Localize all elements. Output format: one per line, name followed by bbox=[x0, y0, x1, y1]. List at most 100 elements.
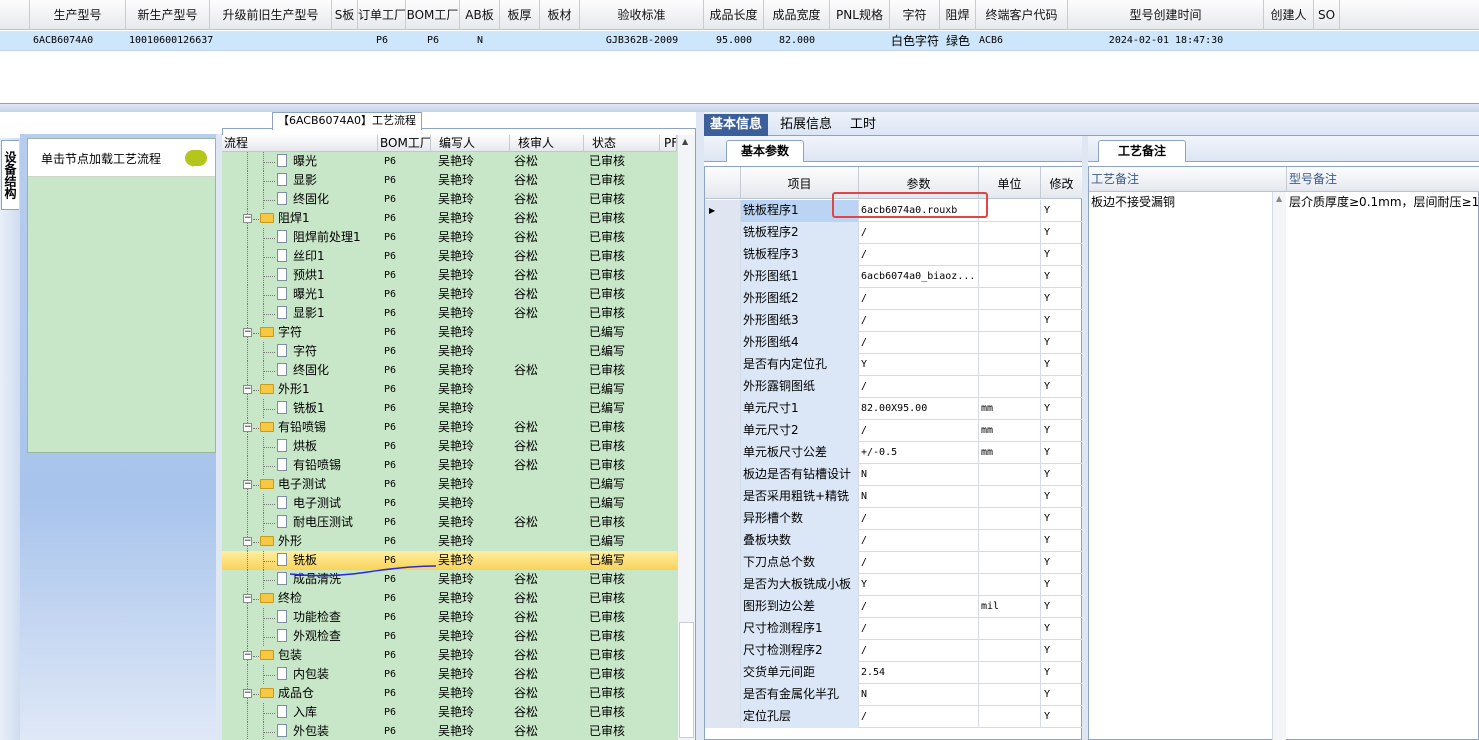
param-value-cell[interactable]: / bbox=[859, 332, 979, 354]
top-cell-18[interactable] bbox=[1314, 31, 1340, 51]
tree-step-row[interactable]: 显影 P6 吴艳玲 谷松 已审核 bbox=[222, 171, 677, 190]
param-value-cell[interactable]: Y bbox=[859, 574, 979, 596]
horizontal-splitter[interactable] bbox=[0, 104, 1479, 112]
col-status[interactable]: 状态 bbox=[584, 135, 660, 152]
param-value-cell[interactable]: / bbox=[859, 222, 979, 244]
param-modify-cell[interactable]: Y bbox=[1041, 420, 1083, 442]
tree-step-row[interactable]: 阻焊前处理1 P6 吴艳玲 谷松 已审核 bbox=[222, 228, 677, 247]
param-value-cell[interactable]: / bbox=[859, 376, 979, 398]
param-row[interactable]: 铣板程序3/ Y bbox=[705, 244, 1083, 266]
tree-step-row[interactable]: 入库 P6 吴艳玲 谷松 已审核 bbox=[222, 703, 677, 722]
tree-step-row[interactable]: 显影1 P6 吴艳玲 谷松 已审核 bbox=[222, 304, 677, 323]
top-col-16[interactable]: 型号创建时间 bbox=[1068, 0, 1264, 30]
top-col-13[interactable]: 字符 bbox=[890, 0, 940, 30]
param-row[interactable]: 下刀点总个数 / Y bbox=[705, 552, 1083, 574]
param-modify-cell[interactable]: Y bbox=[1041, 310, 1083, 332]
param-unit-cell[interactable] bbox=[979, 288, 1041, 310]
tree-node-name[interactable]: 外观检查 bbox=[277, 627, 378, 646]
top-cell-6[interactable]: N bbox=[460, 31, 500, 51]
param-value-cell[interactable]: / bbox=[859, 310, 979, 332]
param-row[interactable]: 铣板程序2/ Y bbox=[705, 222, 1083, 244]
tree-node-name[interactable]: 外形1 bbox=[260, 380, 378, 399]
param-unit-cell[interactable] bbox=[979, 662, 1041, 684]
param-unit-cell[interactable] bbox=[979, 244, 1041, 266]
param-modify-cell[interactable]: Y bbox=[1041, 464, 1083, 486]
param-modify-cell[interactable]: Y bbox=[1041, 618, 1083, 640]
tab-extended-info[interactable]: 拓展信息 bbox=[774, 114, 838, 136]
param-value-cell[interactable]: / bbox=[859, 244, 979, 266]
param-unit-cell[interactable] bbox=[979, 684, 1041, 706]
top-col-11[interactable]: 成品宽度 bbox=[764, 0, 830, 30]
tree-step-row[interactable]: 字符 P6 吴艳玲 已编写 bbox=[222, 342, 677, 361]
tree-node-name[interactable]: 曝光1 bbox=[277, 285, 378, 304]
model-note-cell[interactable]: 层介质厚度≥0.1mm，层间耐压≥150 bbox=[1287, 193, 1479, 213]
collapse-icon[interactable]: − bbox=[243, 328, 252, 337]
tree-step-row[interactable]: 终固化 P6 吴艳玲 谷松 已审核 bbox=[222, 190, 677, 209]
param-value-cell[interactable]: N bbox=[859, 486, 979, 508]
top-cell-9[interactable]: GJB362B-2009 bbox=[580, 31, 704, 51]
tree-node-name[interactable]: 入库 bbox=[277, 703, 378, 722]
tree-group-row[interactable]: − 有铅喷锡 P6 吴艳玲 谷松 已审核 bbox=[222, 418, 677, 437]
tree-node-name[interactable]: 阻焊前处理1 bbox=[277, 228, 378, 247]
top-cell-11[interactable]: 82.000 bbox=[764, 31, 830, 51]
top-cell-0[interactable]: 6ACB6074A0 bbox=[33, 31, 129, 51]
param-unit-cell[interactable] bbox=[979, 508, 1041, 530]
param-unit-cell[interactable] bbox=[979, 706, 1041, 728]
top-col-1[interactable]: 新生产型号 bbox=[126, 0, 210, 30]
col-bom-factory[interactable]: BOM工厂 bbox=[378, 135, 431, 152]
param-unit-cell[interactable] bbox=[979, 530, 1041, 552]
param-row[interactable]: 单元板尺寸公差 +/-0.5 mm Y bbox=[705, 442, 1083, 464]
param-value-cell[interactable]: Y bbox=[859, 354, 979, 376]
top-col-4[interactable]: 订单工厂 bbox=[358, 0, 406, 30]
param-row[interactable]: 尺寸检测程序1/ Y bbox=[705, 618, 1083, 640]
top-col-8[interactable]: 板材 bbox=[540, 0, 580, 30]
param-value-cell[interactable]: / bbox=[859, 552, 979, 574]
param-modify-cell[interactable]: Y bbox=[1041, 332, 1083, 354]
col-flow[interactable]: 流程 bbox=[222, 135, 378, 152]
top-col-14[interactable]: 阻焊 bbox=[940, 0, 976, 30]
tree-group-row[interactable]: − 外形 P6 吴艳玲 已编写 bbox=[222, 532, 677, 551]
process-note-cell[interactable]: 板边不接受漏铜 bbox=[1089, 193, 1271, 213]
tree-node-name[interactable]: 预烘1 bbox=[277, 266, 378, 285]
vertical-splitter-middle[interactable] bbox=[696, 112, 704, 740]
param-value-cell[interactable]: / bbox=[859, 640, 979, 662]
model-grid-row[interactable]: 6ACB6074A0 10010600126637 P6 P6 N GJB362B-200… bbox=[0, 31, 1479, 51]
tree-group-row[interactable]: − 外形1 P6 吴艳玲 已编写 bbox=[222, 380, 677, 399]
param-row[interactable]: 是否有内定位孔 Y Y bbox=[705, 354, 1083, 376]
tree-group-row[interactable]: − 电子测试 P6 吴艳玲 已编写 bbox=[222, 475, 677, 494]
param-unit-cell[interactable]: mil bbox=[979, 596, 1041, 618]
tree-node-name[interactable]: 烘板 bbox=[277, 437, 378, 456]
param-unit-cell[interactable] bbox=[979, 222, 1041, 244]
tree-node-name[interactable]: 电子测试 bbox=[260, 475, 378, 494]
top-col-17[interactable]: 创建人 bbox=[1264, 0, 1314, 30]
top-cell-8[interactable] bbox=[540, 31, 580, 51]
collapse-icon[interactable]: − bbox=[243, 537, 252, 546]
tree-node-name[interactable]: 终固化 bbox=[277, 190, 378, 209]
param-modify-cell[interactable]: Y bbox=[1041, 486, 1083, 508]
param-row[interactable]: 外形图纸2/ Y bbox=[705, 288, 1083, 310]
param-row[interactable]: 外形图纸4/ Y bbox=[705, 332, 1083, 354]
top-cell-15[interactable]: ACB6 bbox=[979, 31, 1071, 51]
tree-node-name[interactable]: 显影 bbox=[277, 171, 378, 190]
param-modify-cell[interactable]: Y bbox=[1041, 552, 1083, 574]
param-row[interactable]: 外形露铜图纸 / Y bbox=[705, 376, 1083, 398]
tree-group-row[interactable]: − 字符 P6 吴艳玲 已编写 bbox=[222, 323, 677, 342]
col-model-note[interactable]: 型号备注 bbox=[1287, 167, 1479, 192]
tree-node-name[interactable]: 有铅喷锡 bbox=[260, 418, 378, 437]
param-unit-cell[interactable] bbox=[979, 486, 1041, 508]
tab-basic-params[interactable]: 基本参数 bbox=[726, 140, 804, 162]
tree-step-row[interactable]: 外包装 P6 吴艳玲 谷松 已审核 bbox=[222, 722, 677, 740]
tree-node-name[interactable]: 丝印1 bbox=[277, 247, 378, 266]
tree-step-row[interactable]: 曝光1 P6 吴艳玲 谷松 已审核 bbox=[222, 285, 677, 304]
param-unit-cell[interactable] bbox=[979, 464, 1041, 486]
collapse-icon[interactable]: − bbox=[243, 480, 252, 489]
param-unit-cell[interactable]: mm bbox=[979, 398, 1041, 420]
param-row[interactable]: 外形图纸1 6acb6074a0_biaoz... Y bbox=[705, 266, 1083, 288]
param-modify-cell[interactable]: Y bbox=[1041, 508, 1083, 530]
top-col-2[interactable]: 升级前旧生产型号 bbox=[210, 0, 332, 30]
tab-basic-info[interactable]: 基本信息 bbox=[704, 114, 769, 136]
param-modify-cell[interactable]: Y bbox=[1041, 442, 1083, 464]
top-col-3[interactable]: S板 bbox=[332, 0, 358, 30]
tree-step-row[interactable]: 烘板 P6 吴艳玲 谷松 已审核 bbox=[222, 437, 677, 456]
param-modify-cell[interactable]: Y bbox=[1041, 596, 1083, 618]
